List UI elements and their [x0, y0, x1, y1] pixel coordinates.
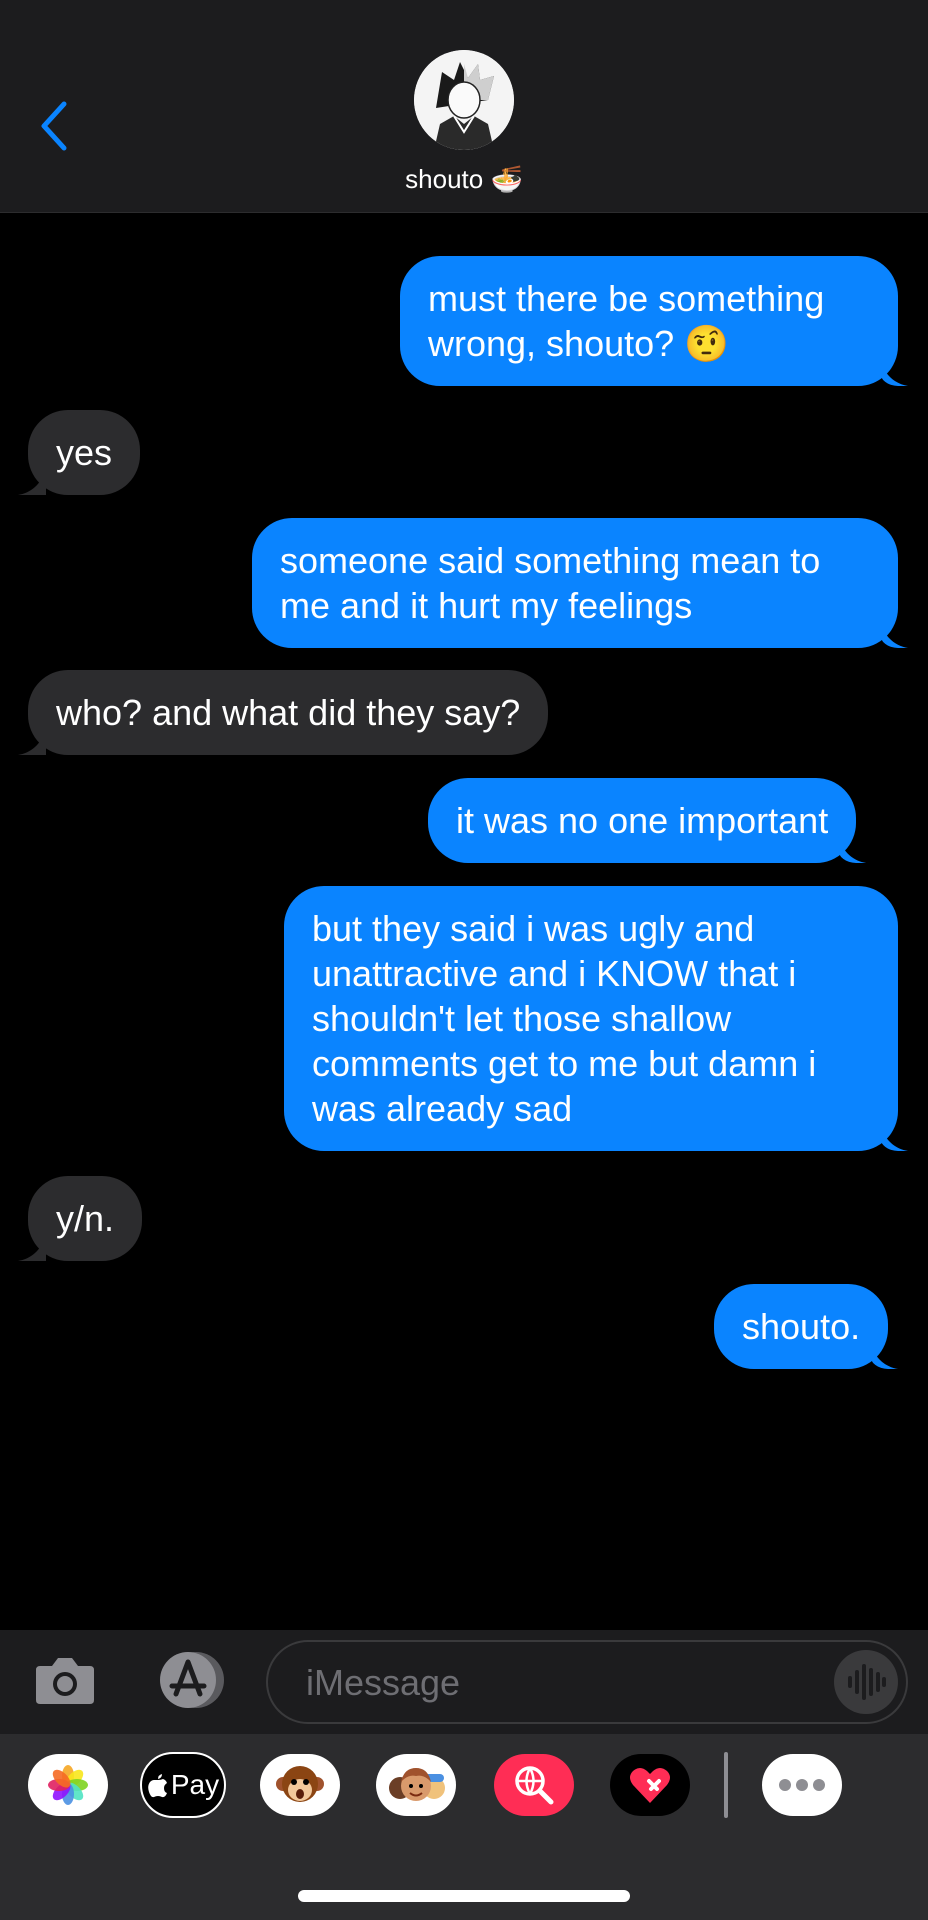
camera-icon [36, 1658, 94, 1704]
noodle-bowl-emoji: 🍜 [490, 164, 523, 194]
app-drawer-divider [724, 1752, 728, 1818]
message-bubble-outgoing[interactable]: it was no one important [428, 778, 857, 863]
apple-logo-icon [148, 1774, 167, 1798]
app-store-button[interactable] [150, 1650, 228, 1710]
waveform-icon [848, 1664, 886, 1700]
message-text: someone said something mean to me and it… [280, 540, 821, 626]
message-text: who? and what did they say? [56, 692, 521, 733]
message-bubble-incoming[interactable]: who? and what did they say? [28, 670, 549, 755]
heart-touch-icon [630, 1768, 670, 1803]
message-text: it was no one important [456, 800, 829, 841]
message-text: yes [56, 432, 113, 473]
image-search-app-button[interactable] [494, 1754, 574, 1816]
message-bubble-outgoing[interactable]: someone said something mean to me and it… [252, 518, 898, 648]
conversation-header: shouto 🍜 [0, 0, 928, 213]
apple-pay-button[interactable]: Pay [140, 1752, 226, 1818]
message-text: shouto. [742, 1306, 861, 1347]
avatar-illustration [414, 50, 514, 150]
imessage-field[interactable] [266, 1640, 908, 1724]
message-bubble-incoming[interactable]: y/n. [28, 1176, 143, 1261]
message-input[interactable] [304, 1658, 808, 1708]
message-text: y/n. [56, 1198, 115, 1239]
contact-name-text: shouto [405, 164, 484, 194]
back-button[interactable] [30, 96, 80, 156]
message-bubble-outgoing[interactable]: but they said i was ugly and unattractiv… [284, 886, 898, 1151]
contact-name[interactable]: shouto 🍜 [0, 164, 928, 195]
apple-pay-label: Pay [170, 1769, 220, 1800]
message-bubble-incoming[interactable]: yes [28, 410, 141, 495]
message-bubble-outgoing[interactable]: shouto. [714, 1284, 889, 1369]
memoji-icon [389, 1768, 445, 1801]
contact-avatar[interactable] [414, 50, 514, 150]
message-bubble-outgoing[interactable]: must there be something wrong, shouto? 🤨 [400, 256, 898, 386]
app-store-icon [160, 1652, 224, 1708]
message-text: must there be something wrong, shouto? 🤨 [428, 278, 825, 364]
ellipsis-icon [779, 1779, 825, 1791]
more-apps-button[interactable] [762, 1754, 842, 1816]
digital-touch-app-button[interactable] [610, 1754, 690, 1816]
memoji-app-button[interactable] [376, 1754, 456, 1816]
camera-button[interactable] [34, 1652, 96, 1708]
globe-search-icon [515, 1766, 554, 1805]
dictation-button[interactable] [834, 1650, 898, 1714]
monkey-animoji-icon [276, 1766, 324, 1802]
home-indicator[interactable] [298, 1890, 630, 1902]
photos-app-button[interactable] [28, 1754, 108, 1816]
photos-icon [48, 1765, 88, 1805]
compose-bar [0, 1630, 928, 1734]
message-text: but they said i was ugly and unattractiv… [312, 908, 817, 1129]
animoji-app-button[interactable] [260, 1754, 340, 1816]
chevron-left-icon [41, 101, 67, 151]
